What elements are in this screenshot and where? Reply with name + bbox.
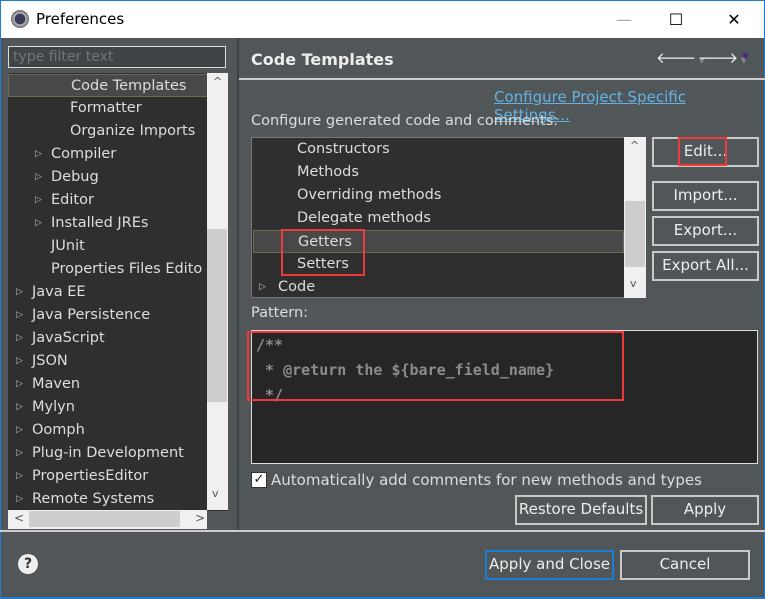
expand-arrow-icon[interactable]: ▷	[16, 350, 23, 373]
expand-arrow-icon[interactable]: ▷	[16, 419, 23, 442]
tree-item-label: PropertiesEditor	[32, 468, 149, 484]
view-menu-icon[interactable]: ▼	[742, 52, 749, 62]
forward-arrow-icon[interactable]: 🡒 ▼	[698, 48, 747, 67]
tree-item[interactable]: ▷ Debug	[8, 166, 208, 189]
pattern-label: Pattern:	[251, 305, 309, 321]
expand-arrow-icon[interactable]: ▷	[16, 488, 23, 511]
tree-item[interactable]: ▷ Oomph	[8, 419, 208, 442]
tree-item[interactable]: Formatter	[8, 97, 208, 120]
maximize-button[interactable]: ☐	[653, 7, 699, 33]
tree-item-label: Installed JREs	[51, 215, 149, 231]
expand-arrow-icon[interactable]: ▷	[16, 327, 23, 350]
expand-arrow-icon[interactable]: ▷	[16, 396, 23, 419]
sash-divider[interactable]	[237, 38, 239, 531]
tree-item[interactable]: JUnit	[8, 235, 208, 258]
header-separator	[239, 78, 765, 80]
tree-item-label: Editor	[51, 192, 94, 208]
template-item-label: Constructors	[297, 141, 390, 157]
tree-item-label: Properties Files Edito	[51, 261, 203, 277]
expand-arrow-icon[interactable]: ▷	[35, 143, 42, 166]
template-item-label: Delegate methods	[297, 210, 431, 226]
tree-horizontal-scrollbar[interactable]: < >	[8, 510, 207, 529]
close-button[interactable]: ✕	[711, 7, 757, 33]
getters-setters-highlight	[281, 229, 365, 276]
export-button[interactable]: Export...	[652, 216, 759, 246]
tree-item[interactable]: ▷ JavaScript	[8, 327, 208, 350]
tree-item-label: Code Templates	[71, 78, 187, 94]
auto-comments-label: Automatically add comments for new metho…	[271, 471, 702, 489]
tree-item-label: Mylyn	[32, 399, 75, 415]
tree-vertical-scrollbar[interactable]: ^ v	[207, 73, 228, 510]
minimize-button[interactable]: —	[601, 7, 647, 33]
eclipse-app-icon	[11, 10, 29, 28]
tree-item[interactable]: ▷ Compiler	[8, 143, 208, 166]
preferences-tree: Code Templates Formatter Organize Imports ▷…	[8, 73, 228, 511]
tree-item-label: Remote Systems	[32, 491, 155, 507]
tree-item[interactable]: ▷ Plug-in Development	[8, 442, 208, 465]
tree-item-label: Java EE	[32, 284, 86, 300]
pattern-highlight	[247, 331, 624, 401]
tree-item[interactable]: ▷ Java Persistence	[8, 304, 208, 327]
template-item-label: Code	[278, 279, 316, 295]
tree-item[interactable]: ▷ Maven	[8, 373, 208, 396]
template-item[interactable]: Delegate methods	[253, 207, 624, 230]
footer-separator	[0, 530, 765, 532]
filter-input[interactable]	[8, 46, 226, 68]
expand-arrow-icon[interactable]: ▷	[35, 189, 42, 212]
expand-arrow-icon[interactable]: ▷	[16, 373, 23, 396]
tree-item[interactable]: ▷ PropertiesEditor	[8, 465, 208, 488]
apply-and-close-button[interactable]: Apply and Close	[485, 550, 614, 580]
restore-defaults-button[interactable]: Restore Defaults	[515, 495, 647, 525]
tree-item-label: Organize Imports	[70, 123, 196, 139]
tree-item[interactable]: ▷ Remote Systems	[8, 488, 208, 511]
configure-label: Configure generated code and comments:	[251, 113, 559, 129]
expand-arrow-icon[interactable]: ▷	[16, 304, 23, 327]
tree-item-label: Debug	[51, 169, 99, 185]
template-item-label: Methods	[297, 164, 359, 180]
apply-button[interactable]: Apply	[651, 495, 759, 525]
scrollbar-thumb[interactable]	[625, 201, 645, 267]
template-item[interactable]: Overriding methods	[253, 184, 624, 207]
tree-item[interactable]: ▷ Editor	[8, 189, 208, 212]
window-title: Preferences	[36, 10, 125, 28]
tree-item-label: Maven	[32, 376, 81, 392]
tree-item-label: Compiler	[51, 146, 117, 162]
template-item[interactable]: Methods	[253, 161, 624, 184]
tree-item[interactable]: ▷ JSON	[8, 350, 208, 373]
expand-arrow-icon[interactable]: ▷	[16, 281, 23, 304]
tree-item-label: Java Persistence	[32, 307, 151, 323]
expand-arrow-icon[interactable]: ▷	[16, 442, 23, 465]
templates-scrollbar[interactable]: ^ v	[624, 137, 646, 298]
cancel-button[interactable]: Cancel	[620, 550, 750, 580]
help-icon[interactable]: ?	[18, 554, 38, 574]
template-item[interactable]: Constructors	[253, 138, 624, 161]
tree-item[interactable]: ▷ Java EE	[8, 281, 208, 304]
template-item-label: Overriding methods	[297, 187, 442, 203]
expand-arrow-icon[interactable]: ▷	[35, 166, 42, 189]
tree-item-label: Formatter	[70, 100, 142, 116]
export-all-button[interactable]: Export All...	[652, 251, 759, 281]
template-item[interactable]: ▷ Code	[253, 276, 624, 297]
expand-arrow-icon[interactable]: ▷	[259, 276, 266, 297]
scrollbar-thumb[interactable]	[207, 229, 227, 402]
tree-item[interactable]: Properties Files Edito	[8, 258, 208, 281]
expand-arrow-icon[interactable]: ▷	[16, 465, 23, 488]
title-bar: Preferences — ☐ ✕	[0, 0, 765, 38]
tree-item-label: Oomph	[32, 422, 85, 438]
import-button[interactable]: Import...	[652, 181, 759, 211]
tree-item[interactable]: Organize Imports	[8, 120, 208, 143]
tree-item[interactable]: ▷ Installed JREs	[8, 212, 208, 235]
page-title: Code Templates	[251, 50, 394, 69]
scrollbar-thumb[interactable]	[29, 511, 180, 527]
tree-item[interactable]: ▷ Mylyn	[8, 396, 208, 419]
tree-item-label: JUnit	[51, 238, 85, 254]
tree-item-label: Plug-in Development	[32, 445, 184, 461]
expand-arrow-icon[interactable]: ▷	[35, 212, 42, 235]
auto-comments-checkbox[interactable]: ✓	[251, 472, 267, 488]
tree-item-label: JavaScript	[32, 330, 105, 346]
tree-item[interactable]: Code Templates	[8, 74, 208, 97]
edit-highlight	[678, 137, 727, 166]
tree-item-label: JSON	[32, 353, 68, 369]
